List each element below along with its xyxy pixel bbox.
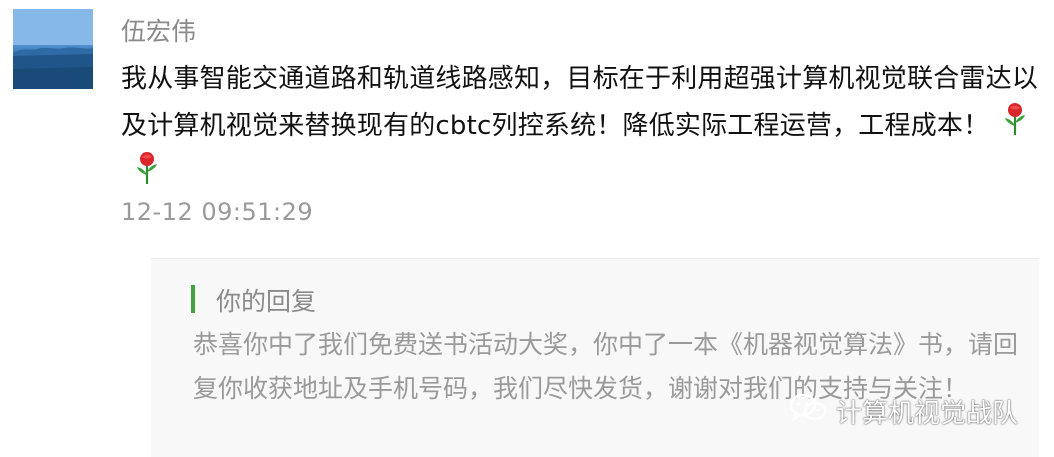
comment-text: 我从事智能交通道路和轨道线路感知，目标在于利用超强计算机视觉联合雷达以及计算机视… bbox=[121, 56, 1039, 200]
watermark-text: 计算机视觉战队 bbox=[836, 399, 1019, 429]
comment-timestamp: 12-12 09:51:29 bbox=[121, 198, 314, 226]
comment-body: 我从事智能交通道路和轨道线路感知，目标在于利用超强计算机视觉联合雷达以及计算机视… bbox=[121, 64, 1039, 141]
wechat-icon bbox=[788, 392, 836, 431]
rose-emoji bbox=[999, 102, 1031, 151]
rose-emoji bbox=[131, 151, 163, 200]
reply-title: 你的回复 bbox=[216, 287, 317, 316]
avatar[interactable] bbox=[13, 9, 93, 89]
watermark: 计算机视觉战队 bbox=[788, 392, 1018, 431]
comment-author: 伍宏伟 bbox=[121, 17, 197, 46]
reply-accent-bar bbox=[191, 285, 195, 313]
